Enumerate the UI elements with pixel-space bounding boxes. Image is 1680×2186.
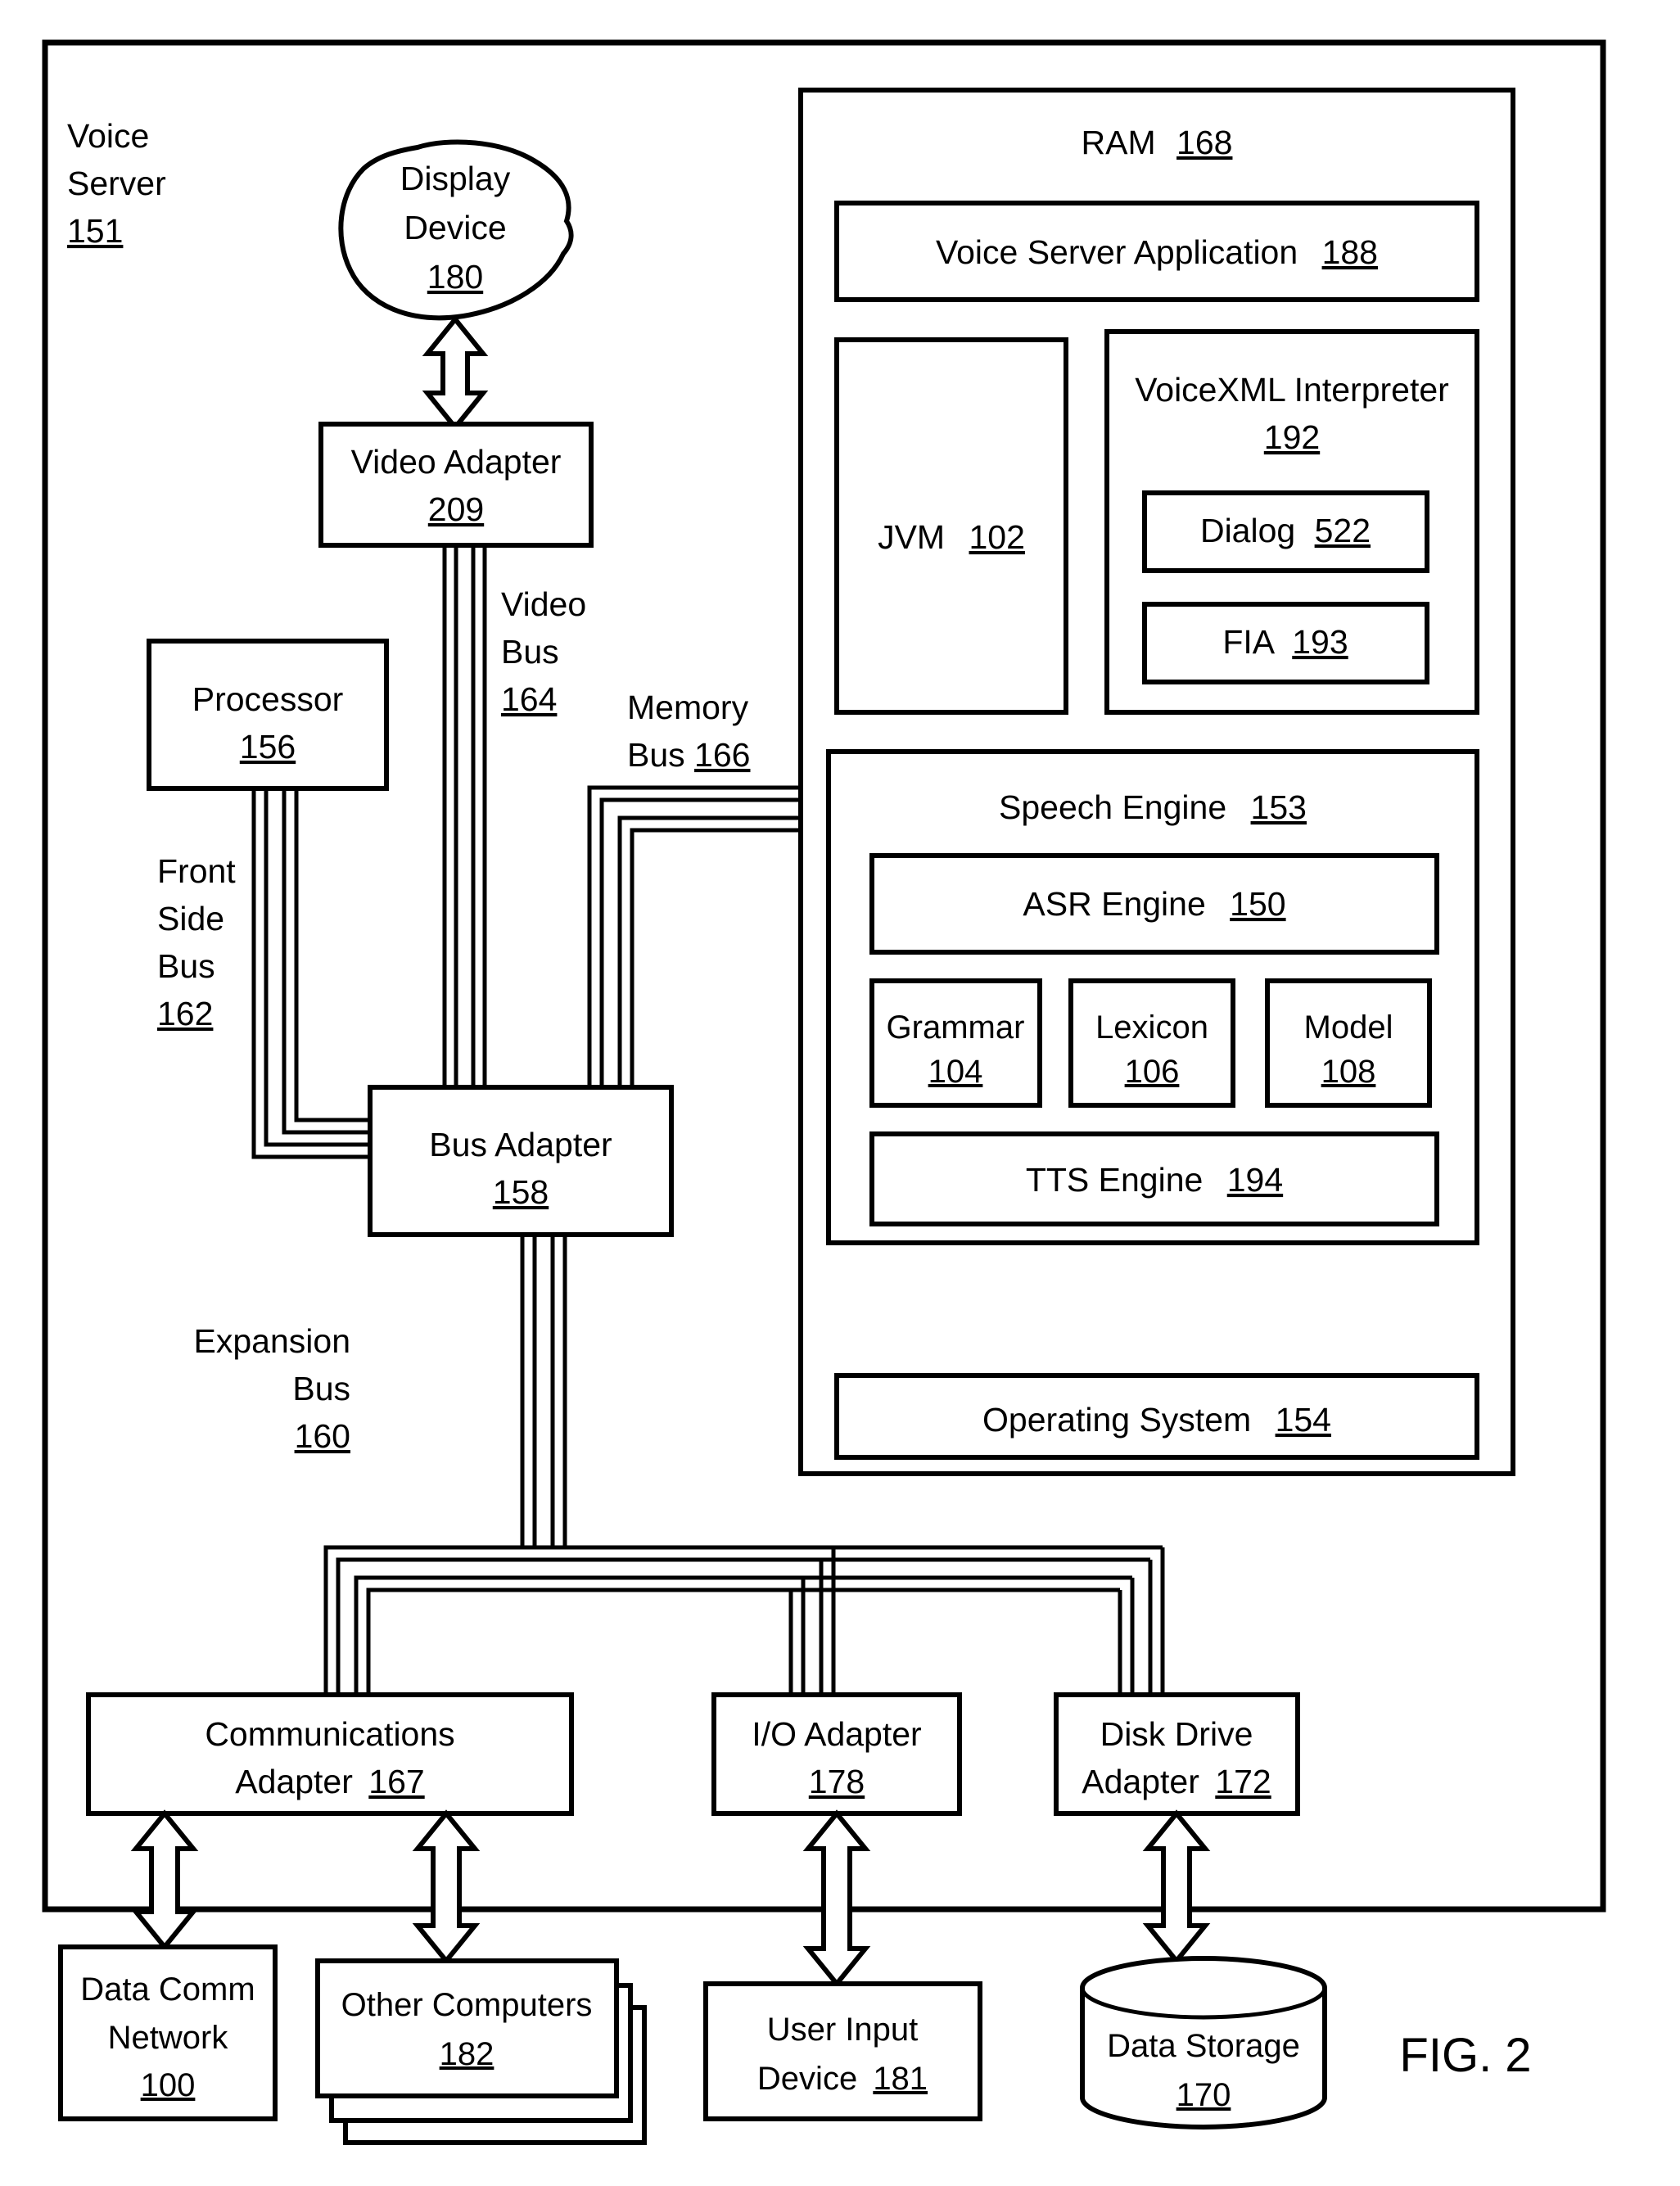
video-bus-ref: 164: [501, 680, 557, 718]
user-input-device-label-line1: User Input: [767, 2012, 919, 2048]
processor-label: Processor: [192, 680, 344, 718]
lexicon-ref: 106: [1125, 1054, 1180, 1090]
data-storage-ref: 170: [1176, 2077, 1231, 2113]
fia-box: [1142, 602, 1429, 684]
other-computers-label: Other Computers: [341, 1987, 593, 2023]
communications-adapter-label-line1: Communications: [205, 1715, 454, 1753]
front-side-bus-label-line1: Front: [157, 852, 236, 890]
front-side-bus-ref: 162: [157, 995, 213, 1032]
jvm-label: JVM 102: [878, 518, 1025, 556]
data-storage-label: Data Storage: [1107, 2028, 1300, 2064]
video-adapter-ref: 209: [428, 490, 484, 528]
asr-engine-label: ASR Engine 150: [1023, 885, 1285, 923]
io-adapter-label: I/O Adapter: [752, 1715, 921, 1753]
voice-server-ref: 151: [67, 212, 123, 250]
memory-bus-label-line2: Bus 166: [627, 736, 750, 774]
display-device-label-line2: Device: [404, 209, 506, 246]
data-comm-network-ref: 100: [141, 2067, 196, 2103]
model-label: Model: [1304, 1009, 1393, 1046]
figure-2-diagram: Voice Server 151 RAM 168 Voice Server Ap…: [0, 0, 1680, 2186]
model-ref: 108: [1321, 1054, 1376, 1090]
voicexml-interpreter-ref: 192: [1264, 418, 1320, 456]
display-device-ref: 180: [427, 258, 483, 296]
voicexml-interpreter-label: VoiceXML Interpreter: [1135, 371, 1449, 409]
ram-title: RAM 168: [1082, 124, 1233, 161]
user-input-device-box: [703, 1981, 982, 2121]
front-side-bus-label-line3: Bus: [157, 947, 215, 985]
bus-adapter-label: Bus Adapter: [429, 1126, 612, 1163]
video-bus-label-line2: Bus: [501, 633, 559, 671]
voice-server-label-line2: Server: [67, 165, 166, 202]
disk-drive-adapter-label-line2: Adapter 172: [1082, 1763, 1271, 1800]
operating-system-label: Operating System 154: [982, 1401, 1331, 1439]
display-device-label-line1: Display: [400, 160, 511, 197]
figure-caption: FIG. 2: [1399, 2029, 1531, 2082]
front-side-bus-label-line2: Side: [157, 900, 224, 937]
disk-drive-adapter-label-line1: Disk Drive: [1100, 1715, 1253, 1753]
user-input-device-label-line2: Device 181: [757, 2061, 928, 2097]
memory-bus-label-line1: Memory: [627, 689, 749, 726]
grammar-label: Grammar: [887, 1009, 1025, 1046]
tts-engine-label: TTS Engine 194: [1026, 1161, 1283, 1199]
dialog-label: Dialog 522: [1200, 512, 1371, 549]
speech-engine-label: Speech Engine 153: [999, 788, 1307, 826]
video-bus-label-line1: Video: [501, 585, 586, 623]
expansion-bus-ref: 160: [295, 1417, 350, 1455]
voice-server-label-line1: Voice: [67, 117, 149, 155]
communications-adapter-label-line2: Adapter 167: [235, 1763, 424, 1800]
grammar-ref: 104: [928, 1054, 983, 1090]
expansion-bus-label-line1: Expansion: [194, 1322, 350, 1360]
expansion-bus-label-line2: Bus: [292, 1370, 350, 1407]
io-adapter-ref: 178: [809, 1763, 865, 1800]
lexicon-label: Lexicon: [1095, 1009, 1208, 1046]
block-diagram-canvas: Voice Server 151 RAM 168 Voice Server Ap…: [42, 39, 1606, 2145]
video-adapter-label: Video Adapter: [351, 443, 562, 481]
data-comm-network-label-line1: Data Comm: [80, 1971, 255, 2008]
data-comm-network-label-line2: Network: [108, 2020, 229, 2056]
processor-ref: 156: [240, 728, 296, 766]
other-computers-ref: 182: [440, 2036, 495, 2072]
bus-adapter-ref: 158: [493, 1173, 549, 1211]
